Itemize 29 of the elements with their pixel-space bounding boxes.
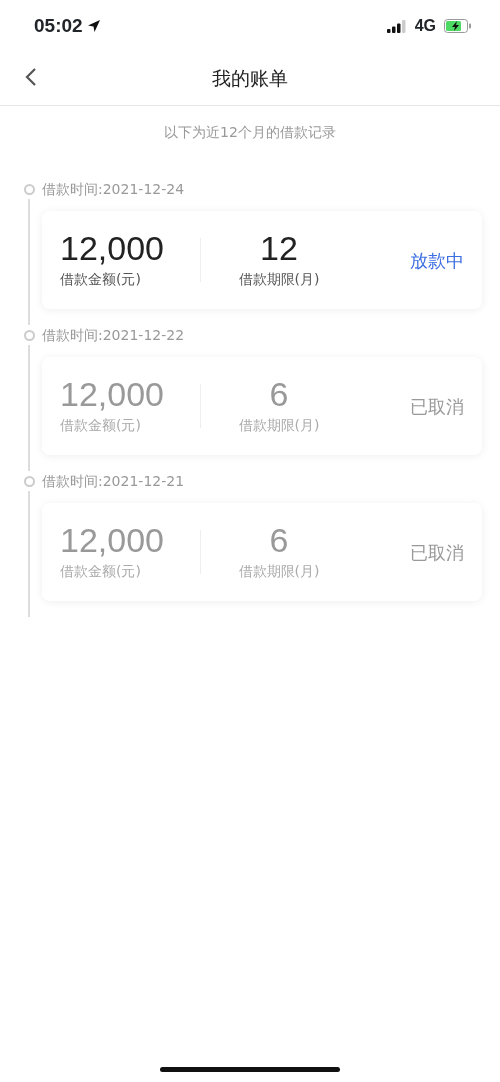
signal-icon [386, 19, 407, 33]
loan-date: 借款时间:2021-12-21 [42, 472, 186, 491]
amount-label: 借款金额(元) [60, 416, 142, 436]
loan-date: 借款时间:2021-12-22 [42, 326, 186, 345]
term-label: 借款期限(月) [237, 416, 321, 436]
term-value: 6 [268, 375, 290, 414]
battery-charging-icon [444, 19, 472, 33]
term-label: 借款期限(月) [237, 270, 321, 290]
loan-status: 已取消 [410, 540, 464, 565]
amount-value: 12,000 [60, 375, 165, 414]
timeline-dot [23, 184, 35, 195]
amount-label: 借款金额(元) [60, 270, 142, 290]
timeline-dot [23, 330, 35, 341]
term-label: 借款期限(月) [237, 562, 321, 582]
location-arrow-icon [86, 19, 101, 33]
amount-value: 12,000 [60, 521, 165, 560]
page-title: 我的账单 [212, 66, 288, 92]
amount-value: 12,000 [60, 229, 165, 268]
term-value: 6 [268, 521, 290, 560]
loan-status: 已取消 [410, 394, 464, 419]
back-button[interactable] [24, 66, 38, 88]
subtitle-text: 以下为近12个月的借款记录 [163, 123, 337, 142]
amount-label: 借款金额(元) [60, 562, 142, 582]
clock-time: 05:02 [34, 13, 83, 38]
network-label: 4G [414, 16, 436, 36]
timeline-dot [23, 476, 35, 487]
term-value: 12 [259, 229, 299, 268]
loan-status: 放款中 [410, 248, 464, 273]
loan-date: 借款时间:2021-12-24 [42, 180, 186, 199]
